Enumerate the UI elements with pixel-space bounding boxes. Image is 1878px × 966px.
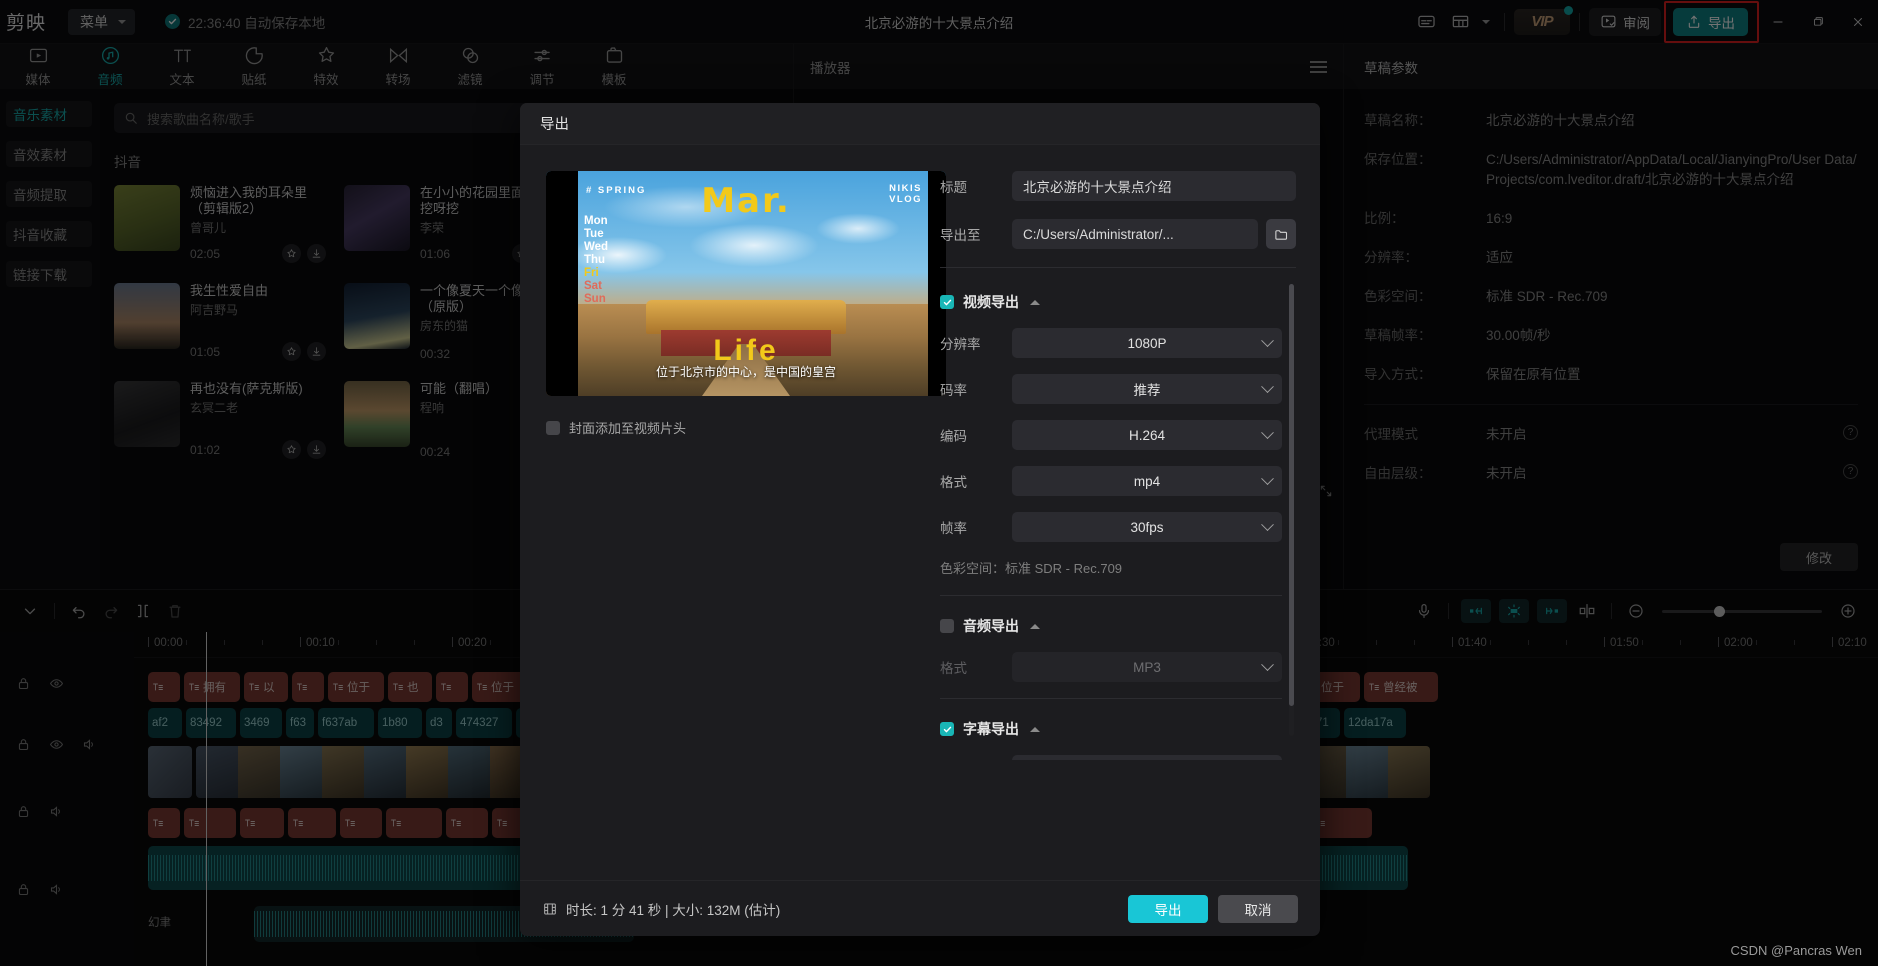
audio-section-header[interactable]: 音频导出: [940, 616, 1282, 636]
chevron-down-icon: [1261, 471, 1274, 485]
scrollbar-thumb[interactable]: [1289, 284, 1294, 706]
subtitle-format-select[interactable]: SRT: [1012, 755, 1282, 760]
subtitle-section-header[interactable]: 字幕导出: [940, 719, 1282, 739]
divider: [940, 595, 1282, 596]
video-section-label: 视频导出: [963, 294, 1019, 310]
setting-row-subtitle-format: 格式 SRT: [940, 755, 1282, 760]
framerate-select[interactable]: 30fps: [1012, 512, 1282, 542]
setting-label: 编码: [940, 429, 967, 444]
chevron-up-icon[interactable]: [1030, 623, 1040, 629]
folder-icon[interactable]: [1266, 219, 1296, 249]
path-input[interactable]: C:/Users/Administrator/...: [1012, 219, 1258, 249]
checkbox-icon[interactable]: [940, 295, 954, 309]
checkbox-icon[interactable]: [546, 420, 560, 435]
subtitle-section-label: 字幕导出: [963, 721, 1019, 737]
setting-label: 码率: [940, 383, 967, 398]
dialog-settings-column: 标题 北京必游的十大景点介绍 导出至 C:/Users/Administrato…: [940, 145, 1320, 880]
format-select[interactable]: mp4: [1012, 466, 1282, 496]
dialog-preview-column: # SPRING Mar. NIKIS VLOG Mon Tue Wed Thu…: [520, 145, 946, 880]
path-field-row: 导出至 C:/Users/Administrator/...: [940, 219, 1296, 249]
path-field-label: 导出至: [940, 228, 981, 243]
preview-brand: NIKIS VLOG: [889, 183, 922, 205]
export-info-label: 时长: 1 分 41 秒 | 大小: 132M (估计): [566, 902, 781, 918]
title-field-label: 标题: [940, 180, 967, 195]
chevron-down-icon: [1261, 425, 1274, 439]
chevron-down-icon: [1261, 657, 1274, 671]
dialog-footer: 时长: 1 分 41 秒 | 大小: 132M (估计) 导出 取消: [520, 880, 1320, 936]
colorspace-note: 色彩空间：标准 SDR - Rec.709: [940, 561, 1123, 576]
setting-label: 帧率: [940, 521, 967, 536]
export-info: 时长: 1 分 41 秒 | 大小: 132M (估计): [542, 899, 780, 919]
checkbox-icon[interactable]: [940, 722, 954, 736]
cover-option[interactable]: 封面添加至视频片头: [546, 418, 922, 437]
dialog-title: 导出: [520, 103, 1320, 145]
setting-row-framerate: 帧率 30fps: [940, 512, 1282, 542]
title-input[interactable]: 北京必游的十大景点介绍: [1012, 171, 1296, 201]
preview-subtitle: 位于北京市的中心，是中国的皇宫: [655, 365, 836, 379]
video-preview: # SPRING Mar. NIKIS VLOG Mon Tue Wed Thu…: [546, 171, 946, 396]
setting-row-audio-format: 格式 MP3: [940, 652, 1282, 682]
setting-label: 格式: [940, 661, 967, 676]
audio-section-label: 音频导出: [963, 618, 1019, 634]
setting-label: 格式: [940, 475, 967, 490]
chevron-down-icon: [1261, 379, 1274, 393]
setting-row-format: 格式 mp4: [940, 466, 1282, 496]
dialog-cancel-button[interactable]: 取消: [1218, 894, 1298, 923]
title-field-row: 标题 北京必游的十大景点介绍: [940, 171, 1296, 201]
codec-select[interactable]: H.264: [1012, 420, 1282, 450]
chevron-down-icon: [1261, 333, 1274, 347]
preview-building-roof: [646, 300, 846, 334]
setting-row-resolution: 分辨率 1080P: [940, 328, 1282, 358]
video-section-header[interactable]: 视频导出: [940, 292, 1282, 312]
chevron-down-icon: [1261, 517, 1274, 531]
setting-row-bitrate: 码率 推荐: [940, 374, 1282, 404]
preview-days: Mon Tue Wed Thu Fri Sat Sun: [584, 215, 609, 305]
chevron-up-icon[interactable]: [1030, 726, 1040, 732]
divider: [940, 698, 1282, 699]
bitrate-select[interactable]: 推荐: [1012, 374, 1282, 404]
checkbox-icon[interactable]: [940, 619, 954, 633]
dialog-export-button[interactable]: 导出: [1128, 894, 1208, 923]
cover-option-label: 封面添加至视频片头: [569, 421, 687, 436]
settings-scroll-area[interactable]: 视频导出 分辨率 1080P 码率 推荐 编码 H.264 格式 mp4 帧率 …: [940, 284, 1296, 760]
preview-tag: # SPRING: [586, 185, 647, 196]
chevron-up-icon[interactable]: [1030, 299, 1040, 305]
setting-label: 分辨率: [940, 337, 981, 352]
watermark: CSDN @Pancras Wen: [1730, 943, 1862, 958]
setting-row-codec: 编码 H.264: [940, 420, 1282, 450]
resolution-select[interactable]: 1080P: [1012, 328, 1282, 358]
preview-month: Mar.: [701, 181, 791, 221]
audio-format-select[interactable]: MP3: [1012, 652, 1282, 682]
export-dialog: 导出 # SPRING Mar. NIKIS VLOG Mon Tue Wed …: [520, 103, 1320, 936]
film-icon: [544, 903, 556, 914]
